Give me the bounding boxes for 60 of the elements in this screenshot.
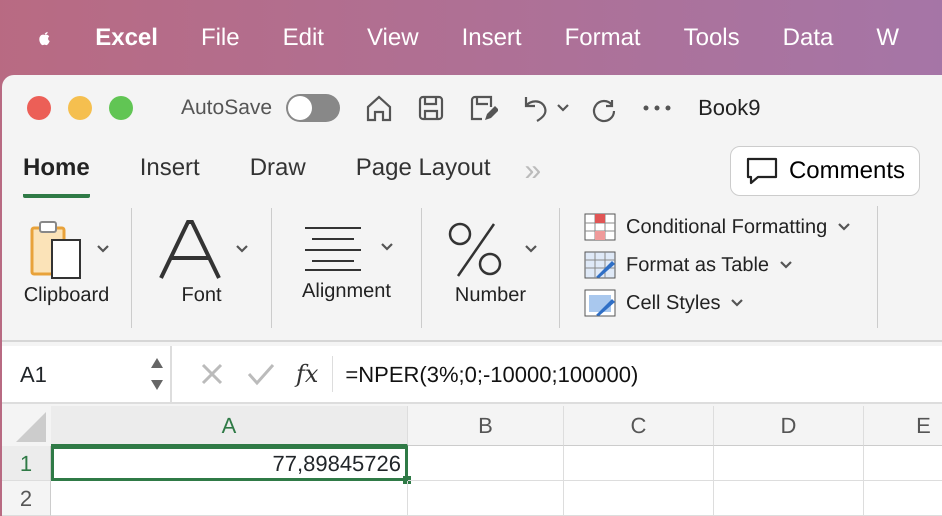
table-cell[interactable] xyxy=(714,446,864,481)
table-cell[interactable]: 77,89845726 xyxy=(51,446,408,481)
table-cell[interactable] xyxy=(408,481,564,516)
group-label: Number xyxy=(454,283,526,308)
column-header[interactable]: B xyxy=(408,406,564,446)
chevron-down-icon xyxy=(96,244,110,254)
menu-item[interactable]: File xyxy=(200,20,240,56)
chevron-down-icon xyxy=(730,298,744,308)
format-table-icon xyxy=(584,251,616,279)
row-header[interactable]: 1 xyxy=(2,446,51,481)
comments-button[interactable]: Comments xyxy=(730,146,920,196)
minimize-button[interactable] xyxy=(68,96,92,120)
column-header[interactable]: C xyxy=(564,406,714,446)
ribbon-menu-button[interactable]: Conditional Formatting xyxy=(584,212,852,242)
menu-item[interactable]: View xyxy=(366,20,419,56)
insert-function-button[interactable]: fx xyxy=(296,356,334,392)
table-cell[interactable] xyxy=(564,446,714,481)
chevron-down-icon xyxy=(380,242,394,252)
column-header[interactable]: A xyxy=(51,406,408,446)
autosave-label: AutoSave xyxy=(181,94,272,121)
autosave-toggle[interactable] xyxy=(286,94,340,122)
speech-bubble-icon xyxy=(744,156,779,186)
menu-item[interactable]: W xyxy=(876,20,899,56)
table-cell[interactable] xyxy=(51,481,408,516)
conditional-formatting-icon xyxy=(584,213,616,241)
chevron-down-icon[interactable] xyxy=(556,102,570,112)
ribbon-tab[interactable]: Insert xyxy=(140,144,200,198)
chevron-down-icon xyxy=(779,260,794,270)
group-label: Font xyxy=(181,283,222,308)
group-label: Clipboard xyxy=(24,283,110,308)
ribbon-tab[interactable]: Draw xyxy=(250,144,306,198)
ribbon-tab[interactable]: Page Layout xyxy=(356,144,491,198)
chevron-down-icon xyxy=(837,222,852,232)
menu-item[interactable]: Excel xyxy=(95,20,158,56)
menu-item[interactable]: Tools xyxy=(684,20,740,56)
column-header[interactable]: E xyxy=(864,406,942,446)
row-header[interactable]: 2 xyxy=(2,481,51,516)
group-label: Alignment xyxy=(302,279,391,304)
menu-item[interactable]: Format xyxy=(564,20,641,56)
menu-item[interactable]: Data xyxy=(782,20,834,56)
chevron-down-icon xyxy=(234,244,248,254)
ribbon-menu-button[interactable]: Cell Styles xyxy=(584,288,852,318)
more-icon[interactable] xyxy=(642,104,672,112)
fill-handle[interactable] xyxy=(403,476,411,484)
chevron-down-icon xyxy=(524,244,538,254)
table-cell[interactable] xyxy=(564,481,714,516)
menu-item[interactable]: Edit xyxy=(282,20,324,56)
ribbon-menu-button[interactable]: Format as Table xyxy=(584,250,852,280)
document-title: Book9 xyxy=(698,94,760,122)
zoom-button[interactable] xyxy=(109,96,133,120)
table-cell[interactable] xyxy=(408,446,564,481)
close-button[interactable] xyxy=(27,96,51,120)
cancel-icon[interactable] xyxy=(200,362,224,386)
formula-input[interactable]: =NPER(3%;0;-10000;100000) xyxy=(345,358,638,390)
checkmark-icon[interactable] xyxy=(246,362,276,386)
column-header[interactable]: D xyxy=(714,406,864,446)
table-cell[interactable] xyxy=(714,481,864,516)
ribbon-tab[interactable]: Home xyxy=(23,144,90,198)
menu-item[interactable]: Insert xyxy=(462,20,522,56)
cell-styles-icon xyxy=(584,289,616,317)
